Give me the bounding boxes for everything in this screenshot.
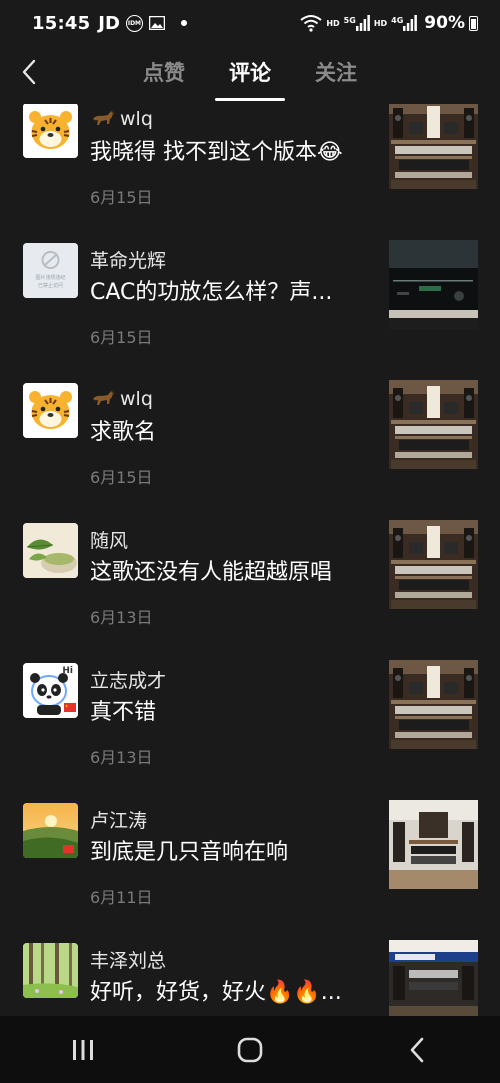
- comment-item[interactable]: wlq 我晓得 找不到这个版本😂 6月15日: [0, 104, 500, 240]
- home-icon: [237, 1037, 263, 1062]
- audio-rack-thumbnail[interactable]: [389, 104, 478, 189]
- comment-item[interactable]: 随风 这歌还没有人能超越原唱 6月13日: [0, 520, 500, 660]
- comment-item[interactable]: 卢江涛 到底是几只音响在响 6月11日: [0, 800, 500, 940]
- network-label-2: 4G: [391, 16, 404, 25]
- amplifier-thumbnail[interactable]: [389, 240, 478, 329]
- audio-rack-thumbnail[interactable]: [389, 660, 478, 749]
- forest-avatar[interactable]: [23, 943, 78, 998]
- audio-rack-thumbnail[interactable]: [389, 520, 478, 609]
- comment-item[interactable]: 图片违规违纪 已禁止访问 革命光辉 CAC的功放怎么样？声... 6月15日: [0, 240, 500, 380]
- tiger-avatar[interactable]: [23, 104, 78, 158]
- comment-text: 我晓得 找不到这个版本😂: [90, 140, 343, 165]
- battery-icon: [469, 15, 478, 31]
- username[interactable]: 革命光辉: [90, 246, 166, 273]
- audio-shop-thumbnail[interactable]: [389, 940, 478, 1016]
- hd-label-2: HD: [373, 18, 388, 28]
- comment-item[interactable]: Hi 立志成才 真不错 6月13日: [0, 660, 500, 800]
- comment-text: 真不错: [90, 700, 157, 725]
- laughing-tears-emoji: 😂: [317, 140, 343, 165]
- audio-rack-thumbnail[interactable]: [389, 380, 478, 469]
- comment-date: 6月11日: [90, 888, 153, 907]
- tiger-avatar[interactable]: [23, 383, 78, 438]
- username-row: wlq: [90, 386, 153, 412]
- system-nav-bar: [0, 1016, 500, 1083]
- comment-date: 6月13日: [90, 748, 153, 767]
- wifi-icon: [300, 15, 322, 32]
- comment-date: 6月13日: [90, 608, 153, 627]
- back-icon: [410, 1037, 423, 1062]
- hi-label: Hi: [62, 666, 73, 676]
- username-row: 革命光辉: [90, 246, 166, 272]
- tab-bar: 点赞 评论 关注: [0, 46, 500, 101]
- tab-likes[interactable]: 点赞: [141, 53, 187, 91]
- tab-comments[interactable]: 评论: [215, 53, 285, 101]
- username[interactable]: 随风: [90, 526, 128, 553]
- username-row: wlq: [90, 106, 153, 132]
- hd-label-1: HD: [326, 18, 340, 28]
- username[interactable]: 立志成才: [90, 666, 166, 693]
- panda-avatar[interactable]: Hi: [23, 663, 78, 718]
- comment-date: 6月15日: [90, 328, 153, 347]
- comment-text: 好听，好货，好火🔥🔥...: [90, 980, 342, 1005]
- signal-icon-2: [403, 15, 418, 31]
- username-row: 随风: [90, 526, 128, 552]
- username-row: 卢江涛: [90, 806, 147, 832]
- image-notification-icon: [148, 16, 165, 30]
- comment-item[interactable]: 丰泽刘总 好听，好货，好火🔥🔥...: [0, 940, 500, 1016]
- recent-apps-icon: [73, 1039, 94, 1060]
- comment-text: 求歌名: [90, 420, 157, 445]
- tab-follows[interactable]: 关注: [313, 53, 359, 91]
- idm-icon: IDM: [125, 14, 143, 32]
- comment-date: 6月15日: [90, 188, 153, 207]
- username[interactable]: wlq: [120, 388, 153, 410]
- network-label-1: 5G: [343, 16, 356, 25]
- audio-room-thumbnail[interactable]: [389, 800, 478, 889]
- tab-header: 点赞 评论 关注: [0, 46, 500, 104]
- signal-icon-1: [355, 15, 370, 31]
- comment-text: 这歌还没有人能超越原唱: [90, 560, 333, 585]
- username[interactable]: 丰泽刘总: [90, 946, 166, 973]
- username-row: 立志成才: [90, 666, 166, 692]
- comment-text: CAC的功放怎么样？声...: [90, 280, 333, 305]
- tea-leaf-avatar[interactable]: [23, 523, 78, 578]
- avatar-caption-1: 图片违规违纪: [35, 275, 66, 281]
- notification-dot: [180, 20, 187, 26]
- battery-percent: 90%: [424, 13, 465, 33]
- status-time: 15:45: [32, 12, 91, 34]
- username[interactable]: 卢江涛: [90, 806, 147, 833]
- horse-icon: [93, 110, 115, 125]
- sunset-field-avatar[interactable]: [23, 803, 78, 858]
- username-row: 丰泽刘总: [90, 946, 166, 972]
- comment-date: 6月15日: [90, 468, 153, 487]
- status-carrier: JD: [98, 12, 120, 34]
- home-button[interactable]: [220, 1025, 280, 1075]
- comment-text: 到底是几只音响在响: [90, 840, 289, 865]
- comment-list[interactable]: wlq 我晓得 找不到这个版本😂 6月15日 图片违规违纪 已禁止访问 革命光辉…: [0, 104, 500, 1016]
- horse-icon: [93, 390, 115, 405]
- avatar-caption-2: 已禁止访问: [37, 283, 63, 289]
- banned-placeholder-avatar[interactable]: 图片违规违纪 已禁止访问: [23, 243, 78, 298]
- username[interactable]: wlq: [120, 108, 153, 130]
- nav-back-button[interactable]: [387, 1025, 447, 1075]
- status-bar: 15:45 JD IDM HD 5G HD 4G 90%: [0, 0, 500, 46]
- recent-apps-button[interactable]: [53, 1025, 113, 1075]
- comment-item[interactable]: wlq 求歌名 6月15日: [0, 380, 500, 520]
